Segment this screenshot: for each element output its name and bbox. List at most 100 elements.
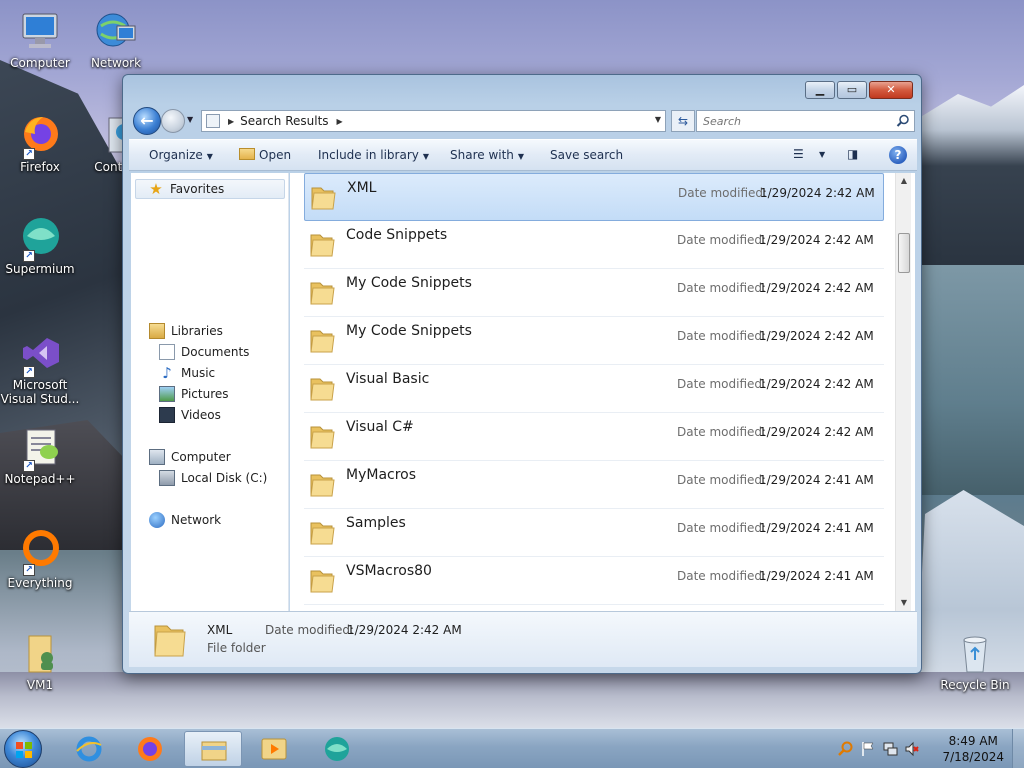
action-center-flag-icon[interactable]: [860, 741, 876, 757]
chevron-down-icon: ▼: [517, 152, 525, 161]
scrollbar-thumb[interactable]: [898, 233, 910, 273]
chevron-down-icon: ▼: [187, 115, 194, 124]
taskbar-firefox[interactable]: [121, 731, 179, 767]
date-modified-label: Date modified:: [677, 569, 767, 583]
date-modified-label: Date modified:: [678, 186, 768, 200]
nav-network[interactable]: Network: [149, 510, 221, 530]
search-box[interactable]: [696, 110, 915, 132]
nav-favorites[interactable]: ★ Favorites: [135, 179, 285, 199]
open-button[interactable]: Open: [239, 148, 291, 162]
nav-computer-label: Computer: [171, 450, 231, 464]
nav-pictures[interactable]: Pictures: [159, 384, 229, 404]
file-row[interactable]: Visual Basic Date modified: 1/29/2024 2:42…: [304, 365, 884, 413]
explorer-window[interactable]: ▁ ▭ ✕ ← ▼ ▶ Search Results ▶ ▼ ⇆ Organiz…: [122, 74, 922, 674]
date-modified-label: Date modified:: [677, 281, 767, 295]
include-in-library-button[interactable]: Include in library ▼: [318, 148, 429, 162]
show-desktop-button[interactable]: [1012, 729, 1024, 768]
search-icon[interactable]: [896, 114, 910, 128]
file-name: My Code Snippets: [346, 323, 472, 339]
breadcrumb-search-results[interactable]: Search Results: [240, 114, 328, 128]
close-button[interactable]: ✕: [869, 81, 913, 99]
file-name: MyMacros: [346, 467, 417, 483]
start-button[interactable]: [4, 730, 42, 768]
folder-icon: [154, 625, 186, 657]
clock[interactable]: 8:49 AM 7/18/2024: [942, 733, 1004, 765]
nav-documents[interactable]: Documents: [159, 342, 249, 362]
scroll-up-icon[interactable]: ▲: [896, 173, 912, 189]
organize-button[interactable]: Organize ▼: [149, 148, 213, 162]
desktop-icon-network[interactable]: Network: [76, 8, 156, 70]
date-modified-value: 1/29/2024 2:41 AM: [759, 569, 874, 583]
folder-icon: [308, 279, 336, 307]
desktop-icon-supermium[interactable]: ↗ Supermium: [0, 214, 80, 276]
date-modified-label: Date modified:: [677, 377, 767, 391]
preview-pane-button[interactable]: ◨: [847, 147, 858, 161]
breadcrumb-separator-icon[interactable]: ▶: [337, 117, 343, 126]
taskbar-windows-explorer[interactable]: [184, 731, 242, 767]
file-row[interactable]: Visual C# Date modified: 1/29/2024 2:42 AM: [304, 413, 884, 461]
nav-local-disk-label: Local Disk (C:): [181, 471, 268, 485]
volume-muted-icon[interactable]: [904, 741, 920, 757]
desktop-icon-recycle-bin[interactable]: Recycle Bin: [935, 630, 1015, 692]
desktop-icon-vm1[interactable]: VM1: [0, 630, 80, 692]
file-name: Visual Basic: [346, 371, 430, 387]
folder-icon: [308, 231, 336, 259]
refresh-button[interactable]: ⇆: [671, 110, 695, 132]
save-search-button[interactable]: Save search: [550, 148, 623, 162]
details-date-label: Date modified:: [265, 623, 355, 637]
taskbar: 8:49 AM 7/18/2024: [0, 728, 1024, 768]
shortcut-arrow-icon: ↗: [23, 250, 35, 262]
videos-icon: [159, 407, 175, 423]
star-icon: ★: [149, 180, 163, 198]
file-row[interactable]: XML Date modified: 1/29/2024 2:42 AM: [304, 173, 884, 221]
file-row[interactable]: Samples Date modified: 1/29/2024 2:41 AM: [304, 509, 884, 557]
file-row[interactable]: My Code Snippets Date modified: 1/29/2024 …: [304, 317, 884, 365]
save-search-label: Save search: [550, 148, 624, 162]
minimize-button[interactable]: ▁: [805, 81, 835, 99]
file-row[interactable]: VSMacros80 Date modified: 1/29/2024 2:41 A…: [304, 557, 884, 605]
desktop-icon-notepadpp[interactable]: ↗ Notepad++: [0, 424, 80, 486]
file-row[interactable]: My Code Snippets Date modified: 1/29/2024 …: [304, 269, 884, 317]
taskbar-supermium[interactable]: [308, 731, 366, 767]
nav-computer[interactable]: Computer: [149, 447, 231, 467]
organize-label: Organize: [149, 148, 203, 162]
view-options-button[interactable]: ▼: [819, 150, 825, 159]
file-list[interactable]: VSMacros80 Date modified: 1/29/2024 2:41 A…: [290, 173, 915, 611]
file-name: Code Snippets: [346, 227, 448, 243]
forward-button[interactable]: [161, 109, 185, 133]
nav-videos[interactable]: Videos: [159, 405, 221, 425]
search-tray-icon[interactable]: [838, 741, 854, 757]
help-button[interactable]: ?: [889, 146, 907, 164]
nav-music[interactable]: ♪ Music: [159, 363, 215, 383]
nav-pictures-label: Pictures: [181, 387, 229, 401]
taskbar-media-player[interactable]: [245, 731, 303, 767]
nav-local-disk[interactable]: Local Disk (C:): [159, 468, 267, 488]
nav-libraries[interactable]: Libraries: [149, 321, 223, 341]
change-view-button[interactable]: ☰: [793, 147, 804, 161]
date-modified-label: Date modified:: [677, 521, 767, 535]
date-modified-value: 1/29/2024 2:42 AM: [759, 281, 874, 295]
shortcut-arrow-icon: ↗: [23, 564, 35, 576]
pictures-icon: [159, 386, 175, 402]
shortcut-arrow-icon: ↗: [23, 148, 35, 160]
desktop-icon-visual-studio[interactable]: ↗ Microsoft Visual Stud...: [0, 330, 80, 406]
maximize-button[interactable]: ▭: [837, 81, 867, 99]
desktop-icon-computer[interactable]: Computer: [0, 8, 80, 70]
desktop-icon-everything[interactable]: ↗ Everything: [0, 528, 80, 590]
back-button[interactable]: ←: [133, 107, 161, 135]
desktop-icon-firefox[interactable]: ↗ Firefox: [0, 112, 80, 174]
folder-icon: [308, 471, 336, 499]
taskbar-internet-explorer[interactable]: [60, 731, 118, 767]
details-pane: XML File folder Date modified: 1/29/2024…: [129, 611, 917, 667]
breadcrumb-separator-icon[interactable]: ▶: [228, 117, 234, 126]
search-input[interactable]: [697, 111, 907, 131]
network-tray-icon[interactable]: [882, 741, 898, 757]
vertical-scrollbar[interactable]: ▲ ▼: [895, 173, 911, 611]
file-row[interactable]: MyMacros Date modified: 1/29/2024 2:41 AM: [304, 461, 884, 509]
address-bar[interactable]: ▶ Search Results ▶ ▼: [201, 110, 666, 132]
share-with-button[interactable]: Share with ▼: [450, 148, 524, 162]
file-row[interactable]: Code Snippets Date modified: 1/29/2024 2:4…: [304, 221, 884, 269]
scroll-down-icon[interactable]: ▼: [896, 595, 912, 611]
address-dropdown-icon[interactable]: ▼: [655, 115, 661, 124]
recent-pages-button[interactable]: ▼: [187, 115, 197, 125]
